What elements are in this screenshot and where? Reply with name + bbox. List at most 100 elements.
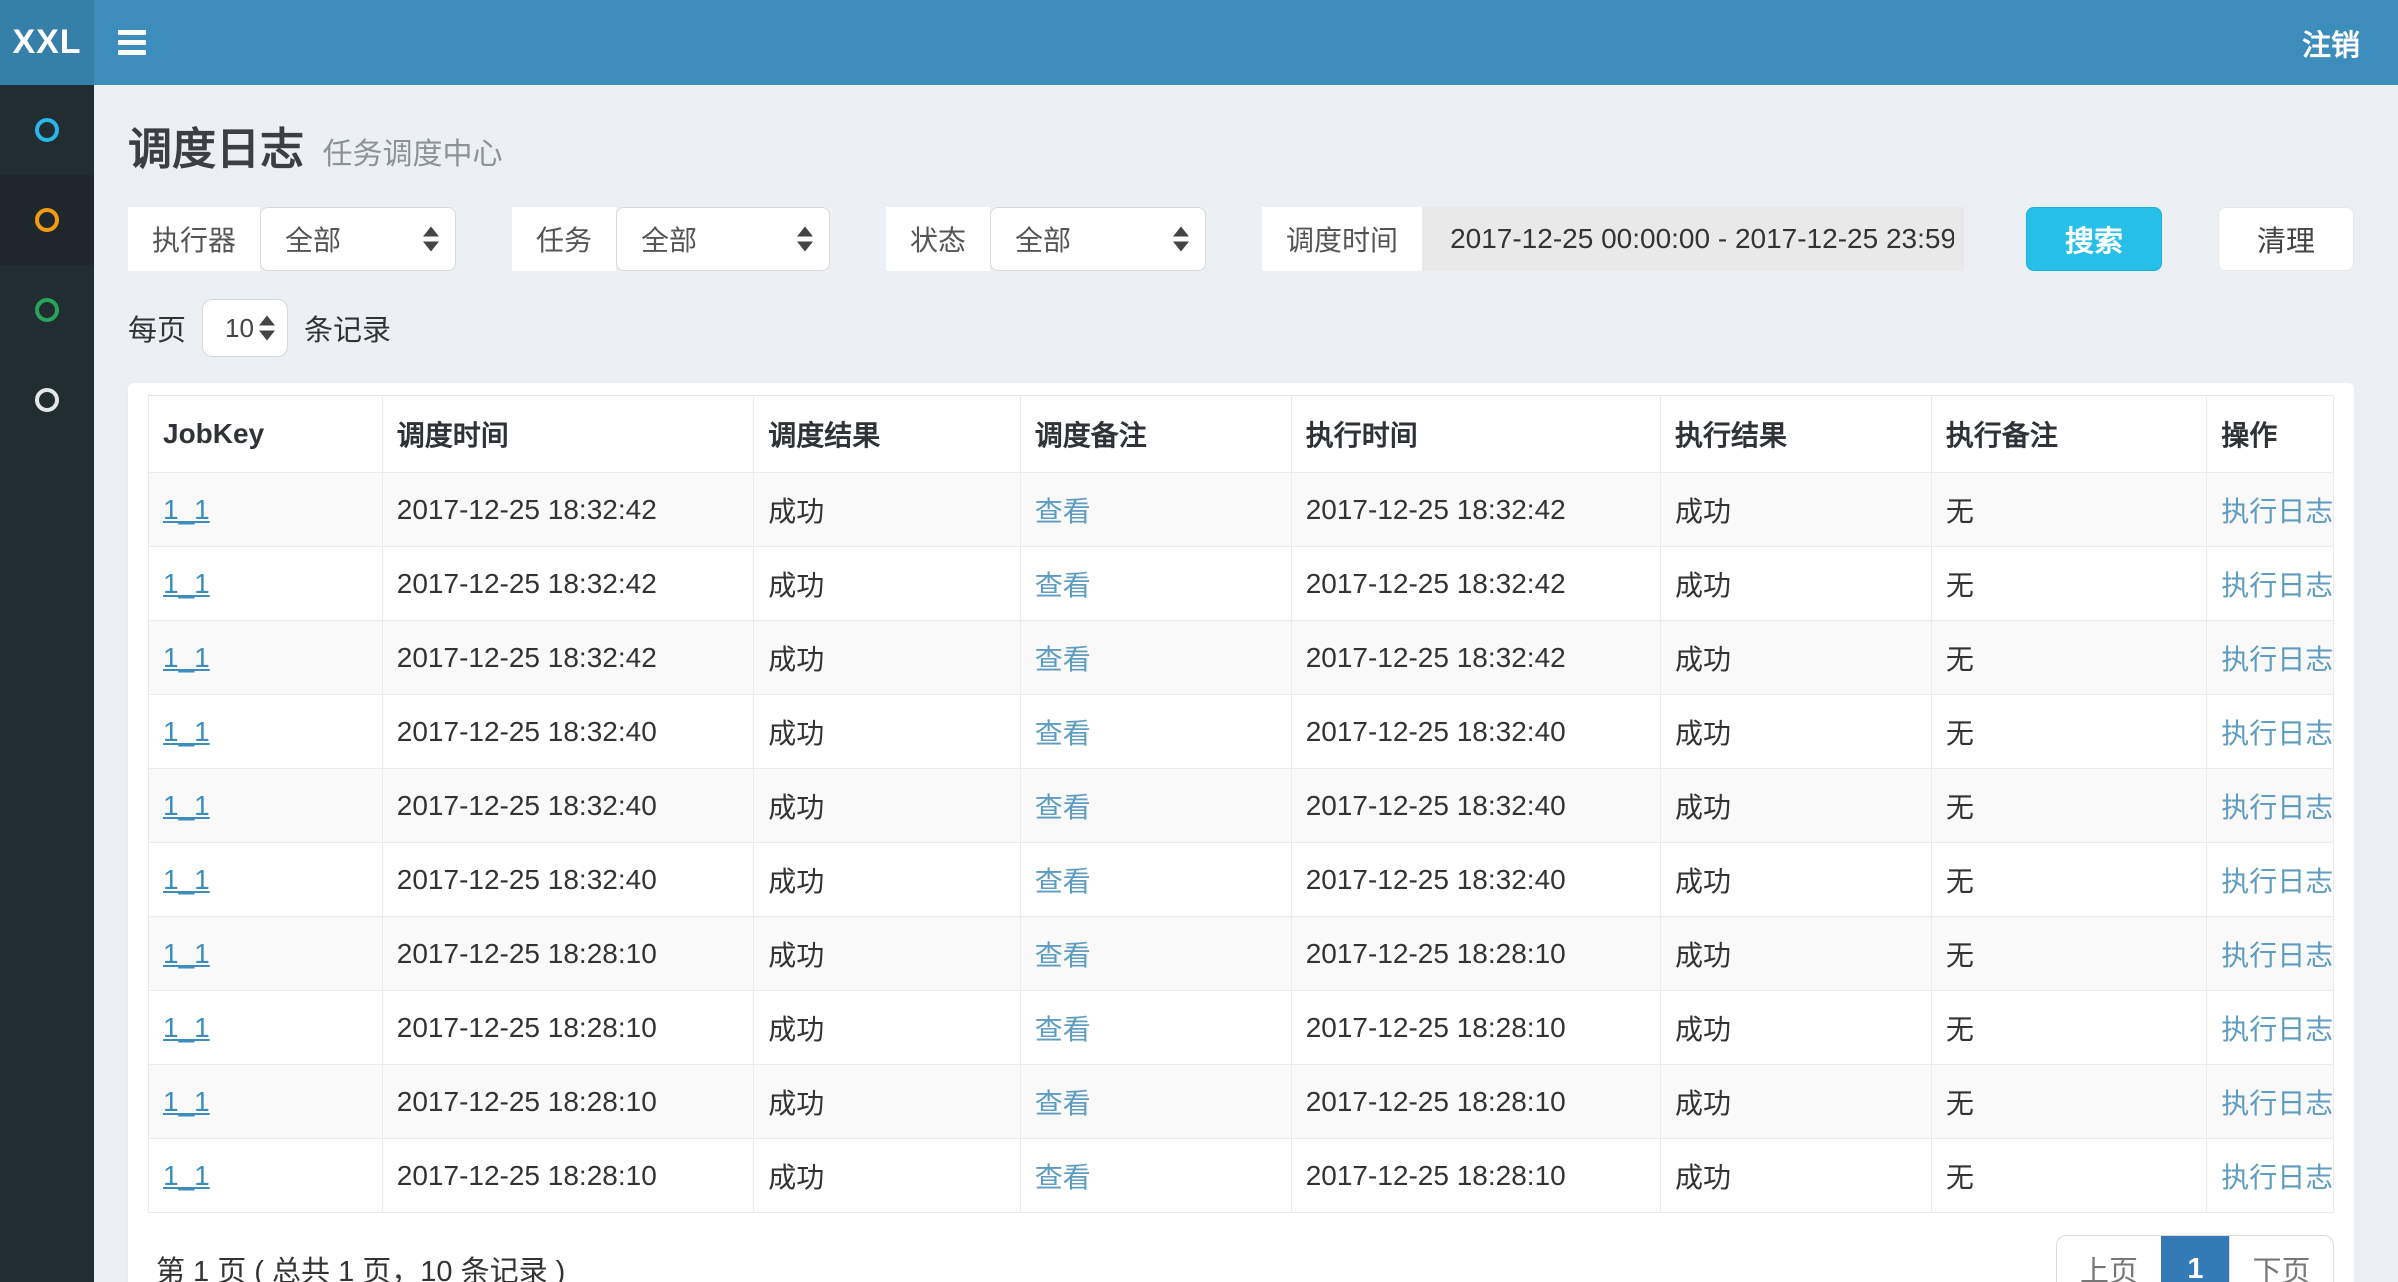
trigger-result-cell: 成功 xyxy=(754,1139,1021,1213)
trigger-result-cell: 成功 xyxy=(754,917,1021,991)
status-select[interactable]: 全部 xyxy=(990,207,1206,271)
status-filter-group: 状态 全部 xyxy=(886,207,1206,271)
trigger-time-cell: 2017-12-25 18:28:10 xyxy=(382,1065,753,1139)
current-page-button[interactable]: 1 xyxy=(2161,1236,2229,1282)
execution-log-link[interactable]: 执行日志 xyxy=(2221,866,2333,897)
handle-msg-cell: 无 xyxy=(1931,1139,2206,1213)
table-cell: 执行日志 xyxy=(2207,917,2334,991)
execution-log-link[interactable]: 执行日志 xyxy=(2221,496,2333,527)
table-cell: 1_1 xyxy=(149,695,383,769)
table-cell: 执行日志 xyxy=(2207,621,2334,695)
sidebar-item-3[interactable] xyxy=(0,265,94,355)
column-header: 调度结果 xyxy=(754,396,1021,473)
job-select[interactable]: 全部 xyxy=(616,207,830,271)
jobkey-link[interactable]: 1_1 xyxy=(163,938,210,969)
table-cell: 执行日志 xyxy=(2207,473,2334,547)
table-cell: 查看 xyxy=(1020,473,1291,547)
handle-time-cell: 2017-12-25 18:32:42 xyxy=(1291,621,1660,695)
view-trigger-msg-link[interactable]: 查看 xyxy=(1035,1088,1091,1119)
logout-button[interactable]: 注销 xyxy=(2302,0,2360,85)
trigger-time-cell: 2017-12-25 18:28:10 xyxy=(382,991,753,1065)
log-table-box: JobKey调度时间调度结果调度备注执行时间执行结果执行备注操作 1_12017… xyxy=(128,383,2354,1282)
next-page-button[interactable]: 下页 xyxy=(2229,1236,2333,1282)
trigger-result-cell: 成功 xyxy=(754,769,1021,843)
trigger-time-cell: 2017-12-25 18:28:10 xyxy=(382,917,753,991)
executor-filter-group: 执行器 全部 xyxy=(128,207,456,271)
view-trigger-msg-link[interactable]: 查看 xyxy=(1035,644,1091,675)
handle-time-cell: 2017-12-25 18:28:10 xyxy=(1291,917,1660,991)
jobkey-link[interactable]: 1_1 xyxy=(163,864,210,895)
select-stepper-icon xyxy=(423,227,439,252)
view-trigger-msg-link[interactable]: 查看 xyxy=(1035,570,1091,601)
jobkey-link[interactable]: 1_1 xyxy=(163,716,210,747)
execution-log-link[interactable]: 执行日志 xyxy=(2221,570,2333,601)
trigger-time-range-input[interactable] xyxy=(1422,207,1964,271)
execution-log-link[interactable]: 执行日志 xyxy=(2221,718,2333,749)
table-cell: 执行日志 xyxy=(2207,769,2334,843)
execution-log-link[interactable]: 执行日志 xyxy=(2221,1014,2333,1045)
sidebar-item-2[interactable] xyxy=(0,175,94,265)
view-trigger-msg-link[interactable]: 查看 xyxy=(1035,940,1091,971)
clear-button[interactable]: 清理 xyxy=(2218,207,2354,271)
top-navbar: XXL 注销 xyxy=(0,0,2398,85)
app-logo[interactable]: XXL xyxy=(0,0,94,85)
execution-log-link[interactable]: 执行日志 xyxy=(2221,792,2333,823)
page-subtitle: 任务调度中心 xyxy=(322,138,502,171)
job-filter-group: 任务 全部 xyxy=(512,207,830,271)
jobkey-link[interactable]: 1_1 xyxy=(163,642,210,673)
table-cell: 1_1 xyxy=(149,917,383,991)
jobkey-link[interactable]: 1_1 xyxy=(163,568,210,599)
status-filter-label: 状态 xyxy=(886,207,990,271)
page-size-select[interactable]: 10 xyxy=(202,299,288,357)
job-filter-label: 任务 xyxy=(512,207,616,271)
dispatch-log-table: JobKey调度时间调度结果调度备注执行时间执行结果执行备注操作 1_12017… xyxy=(148,395,2334,1213)
table-cell: 1_1 xyxy=(149,769,383,843)
handle-msg-cell: 无 xyxy=(1931,621,2206,695)
executor-select[interactable]: 全部 xyxy=(260,207,456,271)
table-cell: 查看 xyxy=(1020,547,1291,621)
sidebar-item-1[interactable] xyxy=(0,85,94,175)
handle-result-cell: 成功 xyxy=(1660,843,1931,917)
handle-result-cell: 成功 xyxy=(1660,769,1931,843)
sidebar-menu xyxy=(0,85,94,1282)
table-row: 1_12017-12-25 18:32:42成功查看2017-12-25 18:… xyxy=(149,547,2334,621)
execution-log-link[interactable]: 执行日志 xyxy=(2221,1088,2333,1119)
table-row: 1_12017-12-25 18:32:42成功查看2017-12-25 18:… xyxy=(149,473,2334,547)
search-button[interactable]: 搜索 xyxy=(2026,207,2162,271)
jobkey-link[interactable]: 1_1 xyxy=(163,494,210,525)
view-trigger-msg-link[interactable]: 查看 xyxy=(1035,496,1091,527)
jobkey-link[interactable]: 1_1 xyxy=(163,1086,210,1117)
view-trigger-msg-link[interactable]: 查看 xyxy=(1035,866,1091,897)
column-header: 调度时间 xyxy=(382,396,753,473)
executor-select-value: 全部 xyxy=(285,219,341,259)
table-cell: 1_1 xyxy=(149,1065,383,1139)
page-size-row: 每页 10 条记录 xyxy=(128,299,2354,357)
table-row: 1_12017-12-25 18:32:42成功查看2017-12-25 18:… xyxy=(149,621,2334,695)
trigger-result-cell: 成功 xyxy=(754,843,1021,917)
execution-log-link[interactable]: 执行日志 xyxy=(2221,1162,2333,1193)
sidebar-toggle-button[interactable] xyxy=(118,0,178,85)
hamburger-icon xyxy=(118,30,146,55)
jobkey-link[interactable]: 1_1 xyxy=(163,1160,210,1191)
handle-time-cell: 2017-12-25 18:32:40 xyxy=(1291,695,1660,769)
jobkey-link[interactable]: 1_1 xyxy=(163,790,210,821)
execution-log-link[interactable]: 执行日志 xyxy=(2221,644,2333,675)
view-trigger-msg-link[interactable]: 查看 xyxy=(1035,1162,1091,1193)
handle-msg-cell: 无 xyxy=(1931,769,2206,843)
view-trigger-msg-link[interactable]: 查看 xyxy=(1035,1014,1091,1045)
table-cell: 执行日志 xyxy=(2207,991,2334,1065)
table-row: 1_12017-12-25 18:28:10成功查看2017-12-25 18:… xyxy=(149,1065,2334,1139)
table-cell: 查看 xyxy=(1020,1139,1291,1213)
select-stepper-icon xyxy=(259,316,275,341)
view-trigger-msg-link[interactable]: 查看 xyxy=(1035,718,1091,749)
execution-log-link[interactable]: 执行日志 xyxy=(2221,940,2333,971)
prev-page-button[interactable]: 上页 xyxy=(2057,1236,2161,1282)
view-trigger-msg-link[interactable]: 查看 xyxy=(1035,792,1091,823)
table-cell: 执行日志 xyxy=(2207,843,2334,917)
trigger-time-filter-label: 调度时间 xyxy=(1262,207,1422,271)
table-cell: 1_1 xyxy=(149,1139,383,1213)
jobkey-link[interactable]: 1_1 xyxy=(163,1012,210,1043)
executor-filter-label: 执行器 xyxy=(128,207,260,271)
page-size-prefix-label: 每页 xyxy=(128,307,186,349)
sidebar-item-4[interactable] xyxy=(0,355,94,445)
